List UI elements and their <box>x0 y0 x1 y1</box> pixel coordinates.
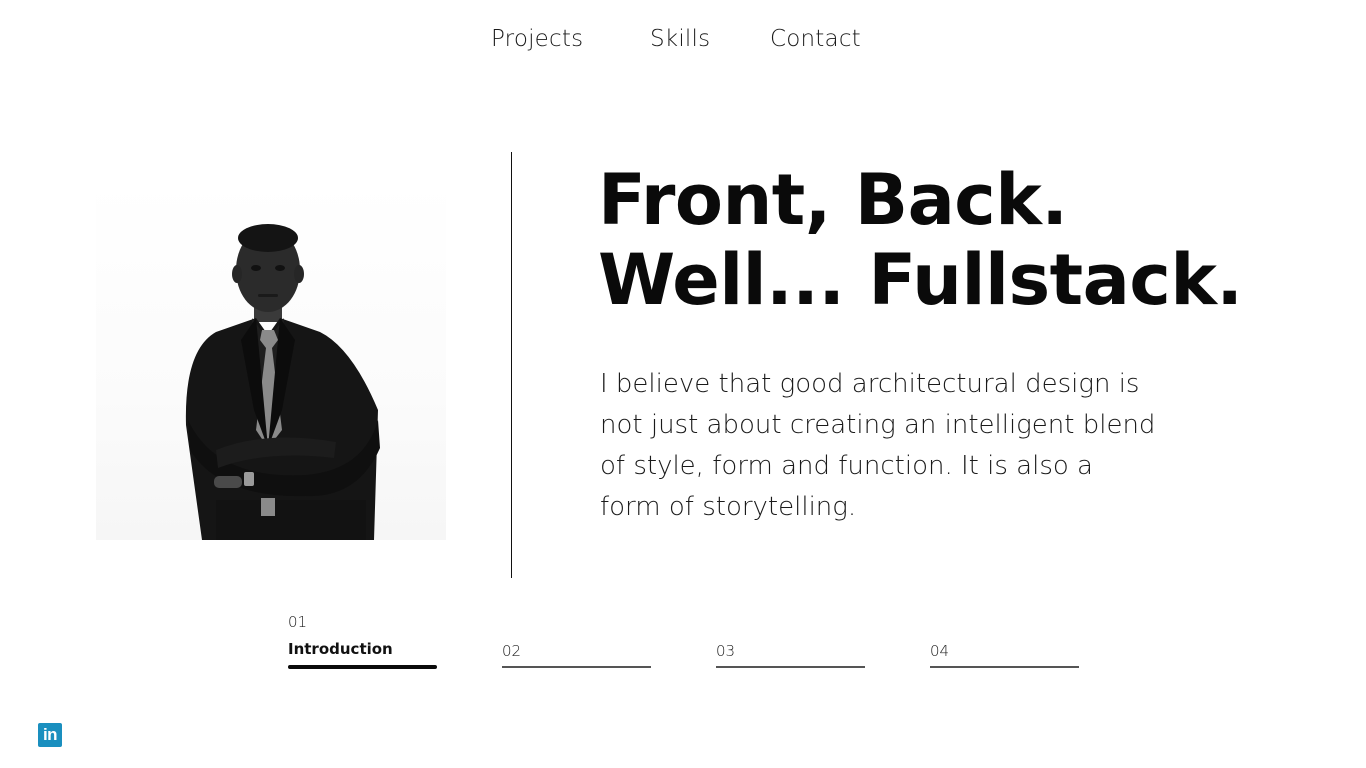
slider-progress-bar <box>288 665 437 669</box>
portrait-photo <box>96 180 446 540</box>
nav-link-contact[interactable]: Contact <box>770 26 861 52</box>
slider-tab-number: 01 <box>288 613 308 631</box>
vertical-divider <box>511 152 512 578</box>
top-nav: Projects Skills Contact <box>0 26 1366 58</box>
slider-tab-label: Introduction <box>288 640 393 658</box>
portfolio-page: Projects Skills Contact Front, Back. Wel… <box>0 0 1366 768</box>
slider-tab-02[interactable]: 02 <box>502 610 651 670</box>
headline-line-2: Well... Fullstack. <box>598 239 1243 321</box>
slider-tab-number: 02 <box>502 642 522 660</box>
linkedin-glyph: in <box>42 725 58 744</box>
nav-link-projects[interactable]: Projects <box>491 26 583 52</box>
headline-line-1: Front, Back. <box>598 159 1068 241</box>
person-figure <box>185 224 380 540</box>
slider-tab-number: 04 <box>930 642 950 660</box>
slider-tab-03[interactable]: 03 <box>716 610 865 670</box>
slider-progress-bar <box>502 666 651 668</box>
slider-tab-number: 03 <box>716 642 736 660</box>
slider-progress-bar <box>716 666 865 668</box>
nav-link-skills[interactable]: Skills <box>650 26 710 52</box>
hero-headline: Front, Back. Well... Fullstack. <box>598 160 1298 320</box>
slider-tab-04[interactable]: 04 <box>930 610 1079 670</box>
slider-tab-01[interactable]: 01 Introduction <box>288 610 437 670</box>
hero-paragraph: I believe that good architectural design… <box>600 369 1156 522</box>
slider-progress-bar <box>930 666 1079 668</box>
linkedin-icon[interactable]: in <box>38 723 62 747</box>
